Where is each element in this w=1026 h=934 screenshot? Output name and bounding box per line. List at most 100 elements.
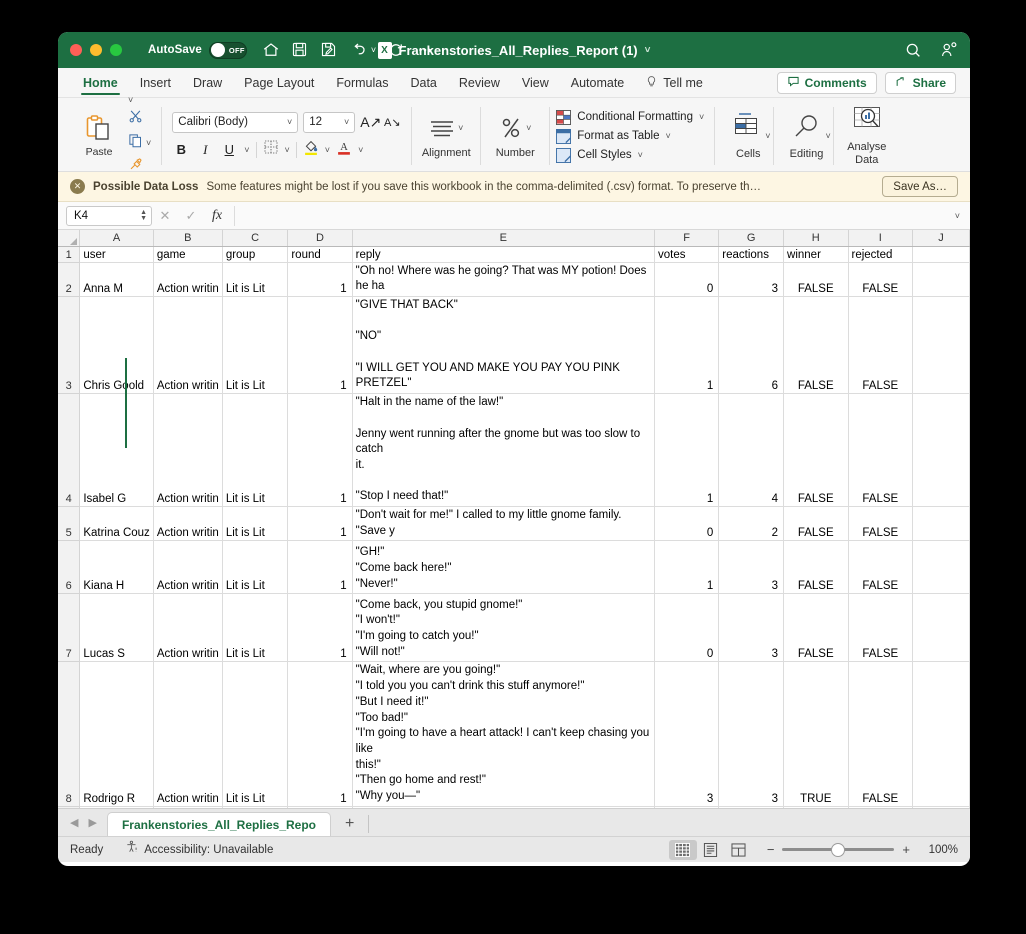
cell-h4[interactable]: FALSE (783, 393, 849, 508)
alignment-dropdown-caret[interactable]: ˅ (458, 123, 463, 133)
name-box-stepper[interactable]: ▲ ▼ (140, 209, 147, 222)
cell-i5[interactable]: FALSE (848, 506, 914, 542)
row-header[interactable]: 3 (58, 296, 81, 395)
cell-c6[interactable]: Lit is Lit (222, 540, 289, 595)
cell-a3[interactable]: Chris Goold (79, 296, 154, 395)
underline-dropdown-caret[interactable]: ˅ (244, 145, 249, 155)
cell-h7[interactable]: FALSE (783, 593, 849, 663)
chevron-down-icon[interactable]: ˅ (699, 112, 704, 122)
cell-b9[interactable]: Action writin (153, 806, 223, 808)
cell-b1[interactable]: game (153, 246, 223, 263)
autosave-control[interactable]: AutoSave OFF (148, 41, 247, 59)
sheet-tab[interactable]: Frankenstories_All_Replies_Repo (106, 812, 332, 836)
tab-automate[interactable]: Automate (560, 68, 636, 97)
cell-h5[interactable]: FALSE (783, 506, 849, 542)
cell-a6[interactable]: Kiana H (79, 540, 154, 595)
search-icon[interactable] (904, 41, 922, 59)
cell-styles-button[interactable]: Cell Styles ˅ (556, 147, 704, 163)
cell-i2[interactable]: FALSE (848, 262, 914, 297)
more-options-icon[interactable] (416, 41, 434, 59)
chevron-left-icon[interactable]: ◀ (70, 816, 78, 829)
zoom-out-button[interactable]: − (767, 842, 775, 857)
cell-a7[interactable]: Lucas S (79, 593, 154, 663)
cell-c5[interactable]: Lit is Lit (222, 506, 289, 542)
row-header[interactable]: 5 (58, 506, 81, 542)
cell-f6[interactable]: 1 (654, 540, 720, 595)
cell-i6[interactable]: FALSE (848, 540, 914, 595)
cell-j6[interactable] (912, 540, 970, 595)
cell-i8[interactable]: FALSE (848, 661, 914, 807)
cell-e5[interactable]: "Don't wait for me!" I called to my litt… (352, 506, 656, 542)
cell-b5[interactable]: Action writin (153, 506, 223, 542)
cell-d1[interactable]: round (287, 246, 353, 263)
cell-g9[interactable]: 2 (718, 806, 785, 808)
tab-home[interactable]: Home (72, 68, 129, 97)
tab-page-layout[interactable]: Page Layout (233, 68, 325, 97)
cell-e2[interactable]: "Oh no! Where was he going? That was MY … (352, 262, 656, 297)
share-button[interactable]: Share (884, 71, 956, 94)
cell-c8[interactable]: Lit is Lit (222, 661, 289, 807)
row-header[interactable]: 4 (58, 393, 81, 508)
cell-i9[interactable]: FALSE (848, 806, 914, 808)
chevron-down-icon[interactable]: ˅ (666, 131, 671, 141)
save-icon[interactable] (291, 41, 309, 59)
cells-dropdown-caret[interactable]: ˅ (765, 131, 770, 141)
font-color-dropdown-caret[interactable]: ˅ (358, 145, 363, 155)
zoom-in-button[interactable]: + (902, 842, 910, 857)
column-header-e[interactable]: E (352, 230, 656, 247)
tab-insert[interactable]: Insert (129, 68, 182, 97)
formula-expand-caret[interactable]: ˅ (955, 211, 970, 221)
cell-d9[interactable]: 1 (287, 806, 353, 808)
cell-j3[interactable] (912, 296, 970, 395)
cell-c3[interactable]: Lit is Lit (222, 296, 289, 395)
cell-j9[interactable] (912, 806, 970, 808)
column-header-b[interactable]: B (153, 230, 223, 247)
cell-j7[interactable] (912, 593, 970, 663)
cell-a9[interactable]: Samantha P (79, 806, 154, 808)
cell-c4[interactable]: Lit is Lit (222, 393, 289, 508)
column-header-h[interactable]: H (783, 230, 849, 247)
chevron-right-icon[interactable]: ▶ (88, 816, 96, 829)
add-sheet-button[interactable]: + (331, 812, 368, 836)
zoom-slider[interactable] (782, 842, 895, 857)
column-header-g[interactable]: G (718, 230, 785, 247)
column-header-f[interactable]: F (654, 230, 720, 247)
column-header-c[interactable]: C (222, 230, 289, 247)
cell-g5[interactable]: 2 (718, 506, 785, 542)
cell-f8[interactable]: 3 (654, 661, 720, 807)
cell-j1[interactable] (912, 246, 970, 263)
cell-j2[interactable] (912, 262, 970, 297)
chevron-down-icon[interactable]: ˅ (638, 150, 643, 160)
formula-input[interactable] (234, 205, 955, 226)
undo-dropdown-caret[interactable]: ˅ (371, 45, 376, 55)
cell-b4[interactable]: Action writin (153, 393, 223, 508)
close-icon[interactable]: ✕ (152, 208, 178, 224)
cell-g1[interactable]: reactions (718, 246, 785, 263)
cell-e9[interactable]: Come back trolley I really need my drink… (352, 806, 656, 808)
underline-button[interactable]: U (220, 142, 238, 157)
user-settings-icon[interactable] (940, 41, 958, 59)
conditional-formatting-button[interactable]: Conditional Formatting ˅ (556, 109, 704, 125)
row-header[interactable]: 6 (58, 540, 81, 595)
column-header-i[interactable]: I (848, 230, 914, 247)
cell-d5[interactable]: 1 (287, 506, 353, 542)
accessibility-status[interactable]: Accessibility: Unavailable (125, 840, 273, 859)
analyse-data-button[interactable]: Analyse Data (836, 101, 898, 171)
cell-f1[interactable]: votes (654, 246, 720, 263)
title-dropdown-caret[interactable]: ˅ (645, 45, 651, 56)
maximize-window-button[interactable] (110, 44, 122, 56)
cell-e4[interactable]: "Halt in the name of the law!" Jenny wen… (352, 393, 656, 508)
row-header[interactable]: 7 (58, 593, 81, 663)
row-header[interactable]: 8 (58, 661, 81, 807)
cell-a8[interactable]: Rodrigo R (79, 661, 154, 807)
cell-d3[interactable]: 1 (287, 296, 353, 395)
cut-button[interactable] (128, 109, 151, 129)
column-header-a[interactable]: A (79, 230, 154, 247)
cell-j4[interactable] (912, 393, 970, 508)
cell-e8[interactable]: "Wait, where are you going!" "I told you… (352, 661, 656, 807)
home-icon[interactable] (262, 41, 280, 59)
row-header[interactable]: 1 (58, 246, 81, 263)
zoom-control[interactable]: − + (767, 842, 910, 857)
cell-g3[interactable]: 6 (718, 296, 785, 395)
cell-g6[interactable]: 3 (718, 540, 785, 595)
